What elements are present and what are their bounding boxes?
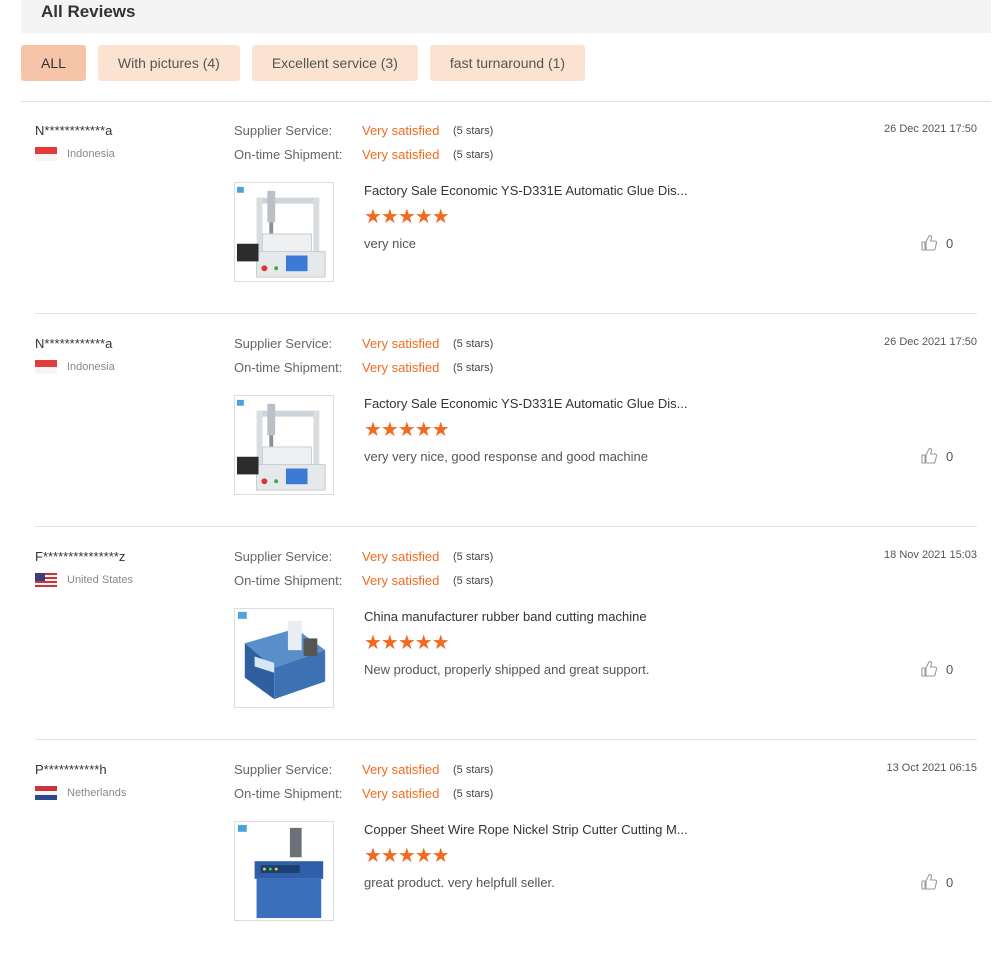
country-name: Indonesia bbox=[67, 148, 115, 160]
supplier-service-value: Very satisfied bbox=[362, 336, 440, 351]
glue-dispenser-image bbox=[235, 396, 333, 494]
filter-fast-turnaround[interactable]: fast turnaround (1) bbox=[429, 45, 586, 81]
reviewer-country: Indonesia bbox=[35, 360, 115, 374]
review-date: 26 Dec 2021 17:50 bbox=[884, 336, 977, 348]
product-thumbnail[interactable] bbox=[234, 821, 334, 921]
like-button[interactable]: 0 bbox=[920, 660, 953, 678]
indonesia-flag-icon bbox=[35, 147, 57, 161]
country-name: Netherlands bbox=[67, 787, 127, 799]
product-title-link[interactable]: Factory Sale Economic YS-D331E Automatic… bbox=[364, 183, 687, 198]
glue-dispenser-image bbox=[235, 183, 333, 281]
shipment-value: Very satisfied bbox=[362, 786, 440, 801]
rating-stars: ★★★★★ bbox=[364, 206, 450, 228]
supplier-service-label: Supplier Service: bbox=[234, 762, 333, 777]
product-title-link[interactable]: Factory Sale Economic YS-D331E Automatic… bbox=[364, 396, 687, 411]
thumbs-up-icon bbox=[921, 874, 938, 890]
product-title-link[interactable]: Copper Sheet Wire Rope Nickel Strip Cutt… bbox=[364, 822, 688, 837]
like-count: 0 bbox=[946, 235, 954, 251]
product-thumbnail[interactable] bbox=[234, 395, 334, 495]
review-date: 26 Dec 2021 17:50 bbox=[884, 123, 977, 135]
cutting-machine-image bbox=[235, 609, 333, 707]
supplier-service-stars: (5 stars) bbox=[453, 551, 494, 563]
reviewer-name: N************a bbox=[35, 123, 113, 138]
usa-flag-icon bbox=[35, 573, 57, 587]
supplier-service-stars: (5 stars) bbox=[453, 764, 494, 776]
review-card: N************a Indonesia Supplier Servic… bbox=[35, 314, 977, 527]
supplier-service-stars: (5 stars) bbox=[453, 338, 494, 350]
product-thumbnail[interactable] bbox=[234, 608, 334, 708]
review-date: 18 Nov 2021 15:03 bbox=[884, 549, 977, 561]
strip-cutter-image bbox=[235, 822, 333, 920]
product-thumbnail[interactable] bbox=[234, 182, 334, 282]
reviewer-country: Netherlands bbox=[35, 786, 126, 800]
shipment-value: Very satisfied bbox=[362, 147, 440, 162]
like-button[interactable]: 0 bbox=[920, 447, 953, 465]
shipment-label: On-time Shipment: bbox=[234, 360, 343, 375]
review-card: N************a Indonesia Supplier Servic… bbox=[35, 101, 977, 314]
country-name: United States bbox=[67, 574, 134, 586]
filter-with-pictures[interactable]: With pictures (4) bbox=[97, 45, 240, 81]
supplier-service-value: Very satisfied bbox=[362, 762, 440, 777]
shipment-value: Very satisfied bbox=[362, 573, 440, 588]
review-date: 13 Oct 2021 06:15 bbox=[886, 762, 977, 774]
reviewer-country: Indonesia bbox=[35, 147, 115, 161]
shipment-label: On-time Shipment: bbox=[234, 786, 343, 801]
reviews-header: All Reviews bbox=[21, 0, 991, 33]
supplier-service-stars: (5 stars) bbox=[453, 125, 494, 137]
supplier-service-value: Very satisfied bbox=[362, 123, 440, 138]
shipment-value: Very satisfied bbox=[362, 360, 440, 375]
reviewer-name: N************a bbox=[35, 336, 113, 351]
like-button[interactable]: 0 bbox=[920, 873, 953, 891]
shipment-label: On-time Shipment: bbox=[234, 147, 343, 162]
review-card: P***********h Netherlands Supplier Servi… bbox=[35, 740, 977, 953]
supplier-service-label: Supplier Service: bbox=[234, 336, 333, 351]
rating-stars: ★★★★★ bbox=[364, 632, 450, 654]
filter-all[interactable]: ALL bbox=[21, 45, 86, 81]
like-count: 0 bbox=[946, 874, 954, 890]
reviewer-name: F***************z bbox=[35, 549, 126, 564]
supplier-service-label: Supplier Service: bbox=[234, 123, 333, 138]
country-name: Indonesia bbox=[67, 361, 115, 373]
reviewer-country: United States bbox=[35, 573, 133, 587]
like-count: 0 bbox=[946, 448, 954, 464]
review-comment: great product. very helpfull seller. bbox=[364, 875, 555, 890]
reviewer-name: P***********h bbox=[35, 762, 107, 777]
shipment-stars: (5 stars) bbox=[453, 149, 494, 161]
shipment-stars: (5 stars) bbox=[453, 575, 494, 587]
thumbs-up-icon bbox=[921, 235, 938, 251]
indonesia-flag-icon bbox=[35, 360, 57, 374]
review-comment: very very nice, good response and good m… bbox=[364, 449, 649, 464]
review-comment: New product, properly shipped and great … bbox=[364, 662, 650, 677]
supplier-service-value: Very satisfied bbox=[362, 549, 440, 564]
page-title: All Reviews bbox=[41, 2, 136, 21]
like-count: 0 bbox=[946, 661, 954, 677]
supplier-service-label: Supplier Service: bbox=[234, 549, 333, 564]
thumbs-up-icon bbox=[921, 661, 938, 677]
shipment-stars: (5 stars) bbox=[453, 362, 494, 374]
netherlands-flag-icon bbox=[35, 786, 57, 800]
review-comment: very nice bbox=[364, 236, 417, 251]
review-card: F***************z United States Supplier… bbox=[35, 527, 977, 740]
product-title-link[interactable]: China manufacturer rubber band cutting m… bbox=[364, 609, 647, 624]
filter-bar: ALL With pictures (4) Excellent service … bbox=[21, 45, 597, 81]
thumbs-up-icon bbox=[921, 448, 938, 464]
filter-excellent-service[interactable]: Excellent service (3) bbox=[251, 45, 418, 81]
rating-stars: ★★★★★ bbox=[364, 845, 450, 867]
shipment-label: On-time Shipment: bbox=[234, 573, 343, 588]
rating-stars: ★★★★★ bbox=[364, 419, 450, 441]
like-button[interactable]: 0 bbox=[920, 234, 953, 252]
shipment-stars: (5 stars) bbox=[453, 788, 494, 800]
